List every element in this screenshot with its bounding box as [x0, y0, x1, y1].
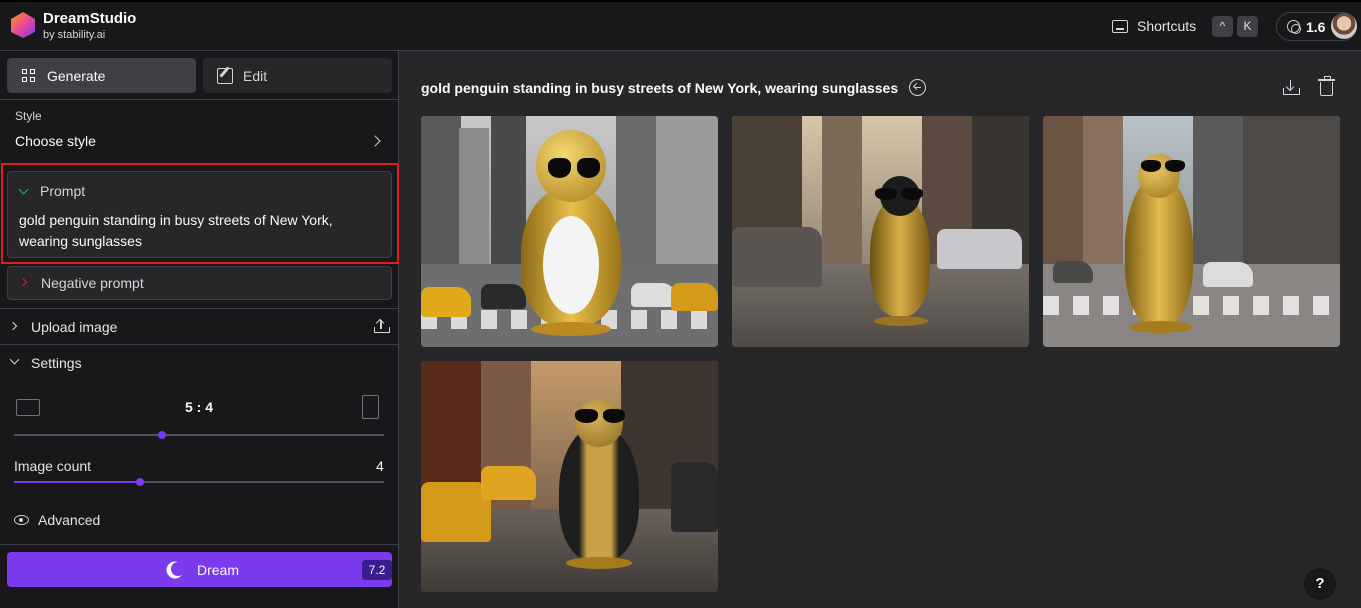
generation-title: gold penguin standing in busy streets of… — [421, 80, 899, 96]
chevron-right-icon — [369, 135, 381, 147]
shortcuts-button[interactable]: Shortcuts — [1112, 15, 1196, 37]
landscape-aspect-icon[interactable] — [16, 399, 40, 416]
negative-prompt-label: Negative prompt — [41, 275, 144, 291]
prompt-field[interactable]: Prompt gold penguin standing in busy str… — [7, 171, 392, 258]
generated-image-1[interactable] — [421, 116, 718, 347]
image-count-label: Image count — [14, 458, 92, 474]
chevron-down-icon[interactable] — [18, 184, 29, 195]
sidebar: Generate Edit Style Choose style Prompt … — [0, 51, 399, 608]
divider — [0, 344, 399, 345]
generated-image-2[interactable] — [732, 116, 1029, 347]
aspect-ratio-value: 5 : 4 — [185, 399, 214, 415]
style-value: Choose style — [15, 133, 96, 149]
download-icon[interactable] — [1283, 80, 1300, 95]
help-button[interactable]: ? — [1304, 568, 1336, 600]
advanced-label: Advanced — [38, 512, 101, 528]
tab-edit[interactable]: Edit — [203, 58, 392, 93]
upload-icon[interactable] — [374, 318, 390, 333]
image-count-thumb[interactable] — [135, 478, 144, 486]
top-edge — [0, 0, 1361, 2]
credits-icon — [1287, 20, 1301, 34]
shortcut-key-ctrl: ^ — [1212, 16, 1233, 37]
image-count-value: 4 — [376, 458, 384, 474]
aspect-slider-thumb[interactable] — [158, 431, 166, 439]
brand-subtitle: by stability.ai — [43, 29, 106, 41]
moon-icon — [171, 562, 185, 576]
portrait-aspect-icon[interactable] — [362, 395, 379, 419]
dreamstudio-logo-icon[interactable] — [9, 11, 37, 39]
top-bar: DreamStudio by stability.ai Shortcuts ^ … — [0, 0, 1361, 51]
chevron-right-icon — [8, 321, 18, 331]
settings-label: Settings — [31, 355, 82, 371]
aspect-slider-track — [14, 434, 384, 436]
generated-image-3[interactable] — [1043, 116, 1340, 347]
edit-icon — [217, 67, 233, 84]
chevron-right-icon — [18, 277, 28, 287]
dream-label: Dream — [197, 562, 240, 578]
eye-icon — [14, 515, 29, 525]
upload-image-label: Upload image — [31, 319, 118, 335]
chevron-down-icon — [9, 354, 20, 365]
reuse-prompt-icon[interactable] — [909, 79, 926, 96]
trash-icon[interactable] — [1318, 76, 1335, 96]
divider — [0, 308, 399, 309]
shortcuts-label: Shortcuts — [1137, 18, 1197, 34]
divider — [0, 544, 399, 545]
dream-cost-badge: 7.2 — [362, 560, 392, 580]
keyboard-icon — [1112, 19, 1128, 33]
divider — [0, 99, 399, 100]
style-label: Style — [15, 109, 42, 123]
user-avatar[interactable] — [1331, 13, 1357, 39]
prompt-label: Prompt — [40, 183, 86, 199]
tab-edit-label: Edit — [243, 67, 268, 84]
credits-value: 1.6 — [1306, 19, 1326, 35]
tab-generate[interactable]: Generate — [7, 58, 196, 93]
image-count-fill — [14, 481, 140, 483]
negative-prompt-toggle[interactable]: Negative prompt — [7, 266, 392, 300]
dream-button[interactable]: Dream 7.2 — [7, 552, 392, 587]
brand-title: DreamStudio — [43, 10, 137, 27]
shortcut-key-k: K — [1237, 16, 1258, 37]
tab-generate-label: Generate — [47, 67, 106, 84]
grid-icon — [21, 68, 37, 84]
generated-image-4[interactable] — [421, 361, 718, 592]
prompt-text[interactable]: gold penguin standing in busy streets of… — [19, 210, 379, 252]
